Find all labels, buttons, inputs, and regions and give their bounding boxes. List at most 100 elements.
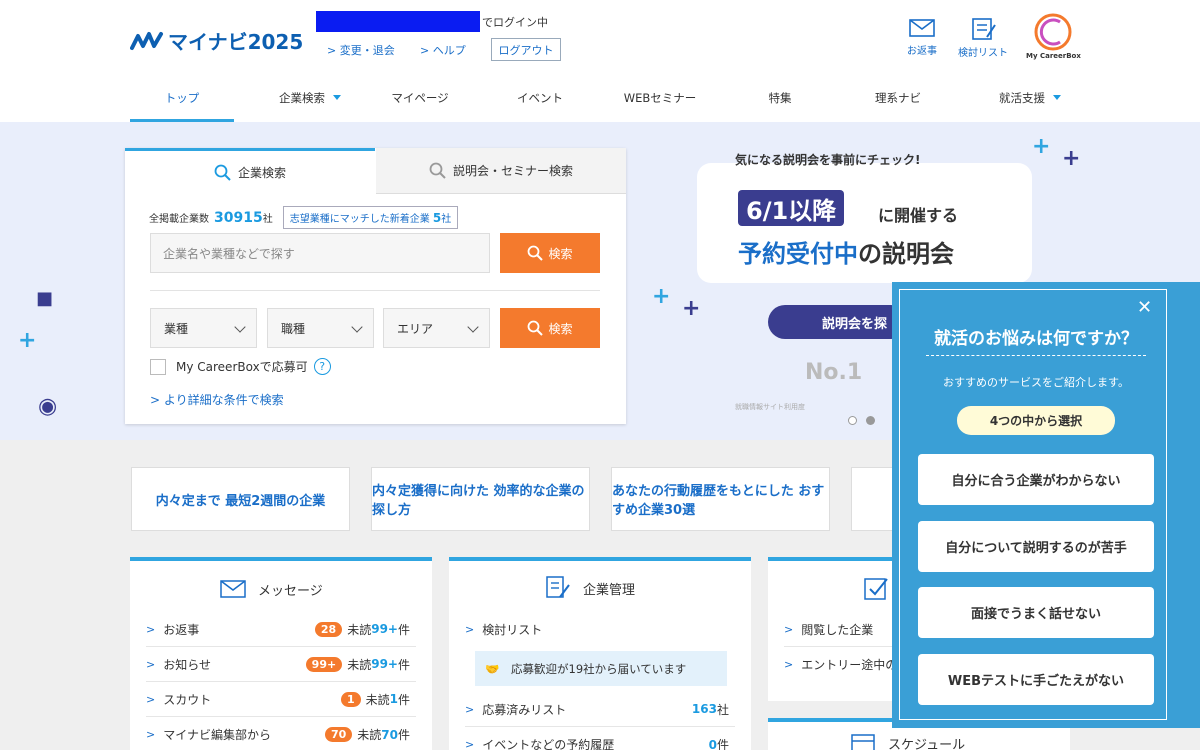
nav-company-search[interactable]: 企業検索 <box>245 84 375 122</box>
applied-count: 163 <box>691 702 717 716</box>
nav-top[interactable]: トップ <box>130 84 234 122</box>
match-label: 志望業種にマッチした新着企業 <box>289 214 430 225</box>
hero-headline: 気になる説明会を事前にチェック! <box>735 153 921 167</box>
count-value: 30915 <box>214 209 263 226</box>
nav-company-search-label: 企業検索 <box>279 91 325 105</box>
option-unknown-fit[interactable]: 自分に合う企業がわからない <box>918 454 1154 505</box>
promo-banner-quick-offer[interactable]: 内々定まで 最短2週間の企業 <box>131 467 350 531</box>
advanced-search-link[interactable]: > より詳細な条件で検索 <box>150 391 284 408</box>
promo-banner-efficient-search[interactable]: 内々定獲得に向けた 効率的な企業の探し方 <box>371 467 590 531</box>
unread-unit: 件 <box>397 657 410 672</box>
carousel-dot[interactable] <box>866 416 875 425</box>
unread-count: 1 <box>389 692 398 706</box>
checklist-icon <box>972 18 996 40</box>
careerbox-logo <box>1034 13 1072 51</box>
nav-event-label: イベント <box>517 91 563 105</box>
messages-title: メッセージ <box>220 579 323 599</box>
help-link[interactable]: > ヘルプ <box>420 42 466 58</box>
unread-count: 99+ <box>371 622 398 636</box>
schedule-title: スケジュール <box>850 732 965 750</box>
carousel-dot[interactable] <box>848 416 857 425</box>
logout-button[interactable]: ログアウト <box>491 38 561 61</box>
reply-label: お返事 <box>907 46 937 57</box>
row-label: 応募済みリスト <box>482 702 567 717</box>
applied-list-row[interactable]: > 応募済みリスト 163 社 <box>465 692 735 727</box>
count-badge: 28 <box>314 621 343 637</box>
promo-banner-recommend[interactable]: あなたの行動履歴をもとにした おすすめ企業30選 <box>611 467 830 531</box>
chevron-down-icon <box>333 95 341 100</box>
job-type-select[interactable]: 職種 <box>267 308 374 348</box>
unread-count: 99+ <box>371 657 398 671</box>
award-badge: No.1 <box>805 360 863 385</box>
count-badge: 99+ <box>305 656 343 672</box>
area-select[interactable]: エリア <box>383 308 490 348</box>
row-label: エントリー途中の <box>801 658 898 672</box>
careerbox-shortcut[interactable]: My CareerBox <box>1026 12 1081 60</box>
nav-mypage-label: マイページ <box>391 91 449 105</box>
tab-seminar-search[interactable]: 説明会・セミナー検索 <box>376 148 626 194</box>
careerbox-checkbox[interactable] <box>150 358 166 375</box>
row-label: 閲覧した企業 <box>801 622 874 637</box>
search-icon <box>528 320 544 336</box>
tab-company-search[interactable]: 企業検索 <box>125 148 375 194</box>
handshake-icon: 🤝 <box>485 661 500 676</box>
row-value: 0件 <box>709 736 729 750</box>
hero-line2-highlight: 予約受付中 <box>738 240 858 268</box>
nav-event[interactable]: イベント <box>490 84 590 122</box>
close-icon[interactable]: ✕ <box>1137 297 1152 318</box>
user-name-redacted <box>316 11 480 32</box>
award-caption: 就職情報サイト利用度 <box>735 403 805 411</box>
divider <box>150 290 600 291</box>
matched-new-companies-button[interactable]: 志望業種にマッチした新着企業 5社 <box>282 206 459 229</box>
messages-title-text: メッセージ <box>258 583 323 599</box>
help-icon[interactable]: ? <box>313 358 331 375</box>
change-withdraw-link[interactable]: > 変更・退会 <box>327 42 395 58</box>
keyword-search-input[interactable]: 企業名や業種などで探す <box>150 233 490 273</box>
site-logo[interactable]: マイナビ2025 <box>130 26 303 55</box>
count-label: 全掲載企業数 <box>149 214 209 225</box>
nav-job-support-label: 就活支援 <box>999 91 1045 105</box>
nav-special[interactable]: 特集 <box>730 84 830 122</box>
row-label: お返事 <box>163 622 200 637</box>
keyword-search-button[interactable]: 検索 <box>500 233 600 273</box>
count-badge: 1 <box>340 691 361 707</box>
welcome-notice[interactable]: 🤝 応募歓迎が19社から届いています <box>475 651 727 686</box>
mynavi-logo-icon <box>130 31 163 50</box>
message-row-notices[interactable]: > お知らせ 99+ 未読 99+ 件 <box>146 647 416 682</box>
nav-science[interactable]: 理系ナビ <box>848 84 948 122</box>
careerbox-filter-label: My CareerBoxで応募可 <box>176 360 308 374</box>
messages-card: メッセージ > お返事 28 未読 99+ 件 > お知らせ 99+ 未読 99+ 件 > スカウト 1… <box>130 557 432 750</box>
message-row-scout[interactable]: > スカウト 1 未読 1 件 <box>146 682 416 717</box>
decor-plus-icon: + <box>682 296 701 321</box>
nav-mypage[interactable]: マイページ <box>370 84 470 122</box>
hero-line1: に開催する <box>878 206 959 225</box>
unread-unit: 件 <box>397 692 410 707</box>
reservation-unit: 件 <box>716 738 729 750</box>
nav-web-seminar[interactable]: WEBセミナー <box>605 84 715 122</box>
message-row-editorial[interactable]: > マイナビ編集部から 70 未読 70 件 <box>146 717 416 750</box>
reservation-history-row[interactable]: > イベントなどの予約履歴 0 件 <box>465 727 735 750</box>
chevron-right-icon: > <box>784 658 794 671</box>
nav-job-support[interactable]: 就活支援 <box>980 84 1080 122</box>
popup-choose-tag: 4つの中から選択 <box>957 406 1115 435</box>
option-self-explain[interactable]: 自分について説明するのが苦手 <box>918 521 1154 572</box>
unread-unit: 件 <box>397 728 410 742</box>
industry-select[interactable]: 業種 <box>150 308 257 348</box>
reservation-count: 0 <box>708 737 717 750</box>
consider-list-row[interactable]: > 検討リスト <box>465 612 735 647</box>
reply-shortcut[interactable]: お返事 <box>907 17 937 57</box>
message-row-replies[interactable]: > お返事 28 未読 99+ 件 <box>146 612 416 647</box>
option-interview[interactable]: 面接でうまく話せない <box>918 587 1154 638</box>
checkbox-icon <box>864 578 888 600</box>
condition-search-button[interactable]: 検索 <box>500 308 600 348</box>
find-seminar-button[interactable]: 説明会を探 <box>768 305 908 339</box>
option-web-test[interactable]: WEBテストに手ごたえがない <box>918 654 1154 705</box>
chevron-right-icon: > <box>465 623 475 636</box>
row-label: マイナビ編集部から <box>163 728 271 742</box>
chevron-down-icon <box>351 321 363 333</box>
hero-line2: 予約受付中の説明会 <box>738 234 954 269</box>
nav-top-label: トップ <box>164 91 200 105</box>
chevron-right-icon: > <box>146 657 156 671</box>
consider-list-shortcut[interactable]: 検討リスト <box>958 17 1008 59</box>
decor-square-icon: ■ <box>36 288 54 309</box>
